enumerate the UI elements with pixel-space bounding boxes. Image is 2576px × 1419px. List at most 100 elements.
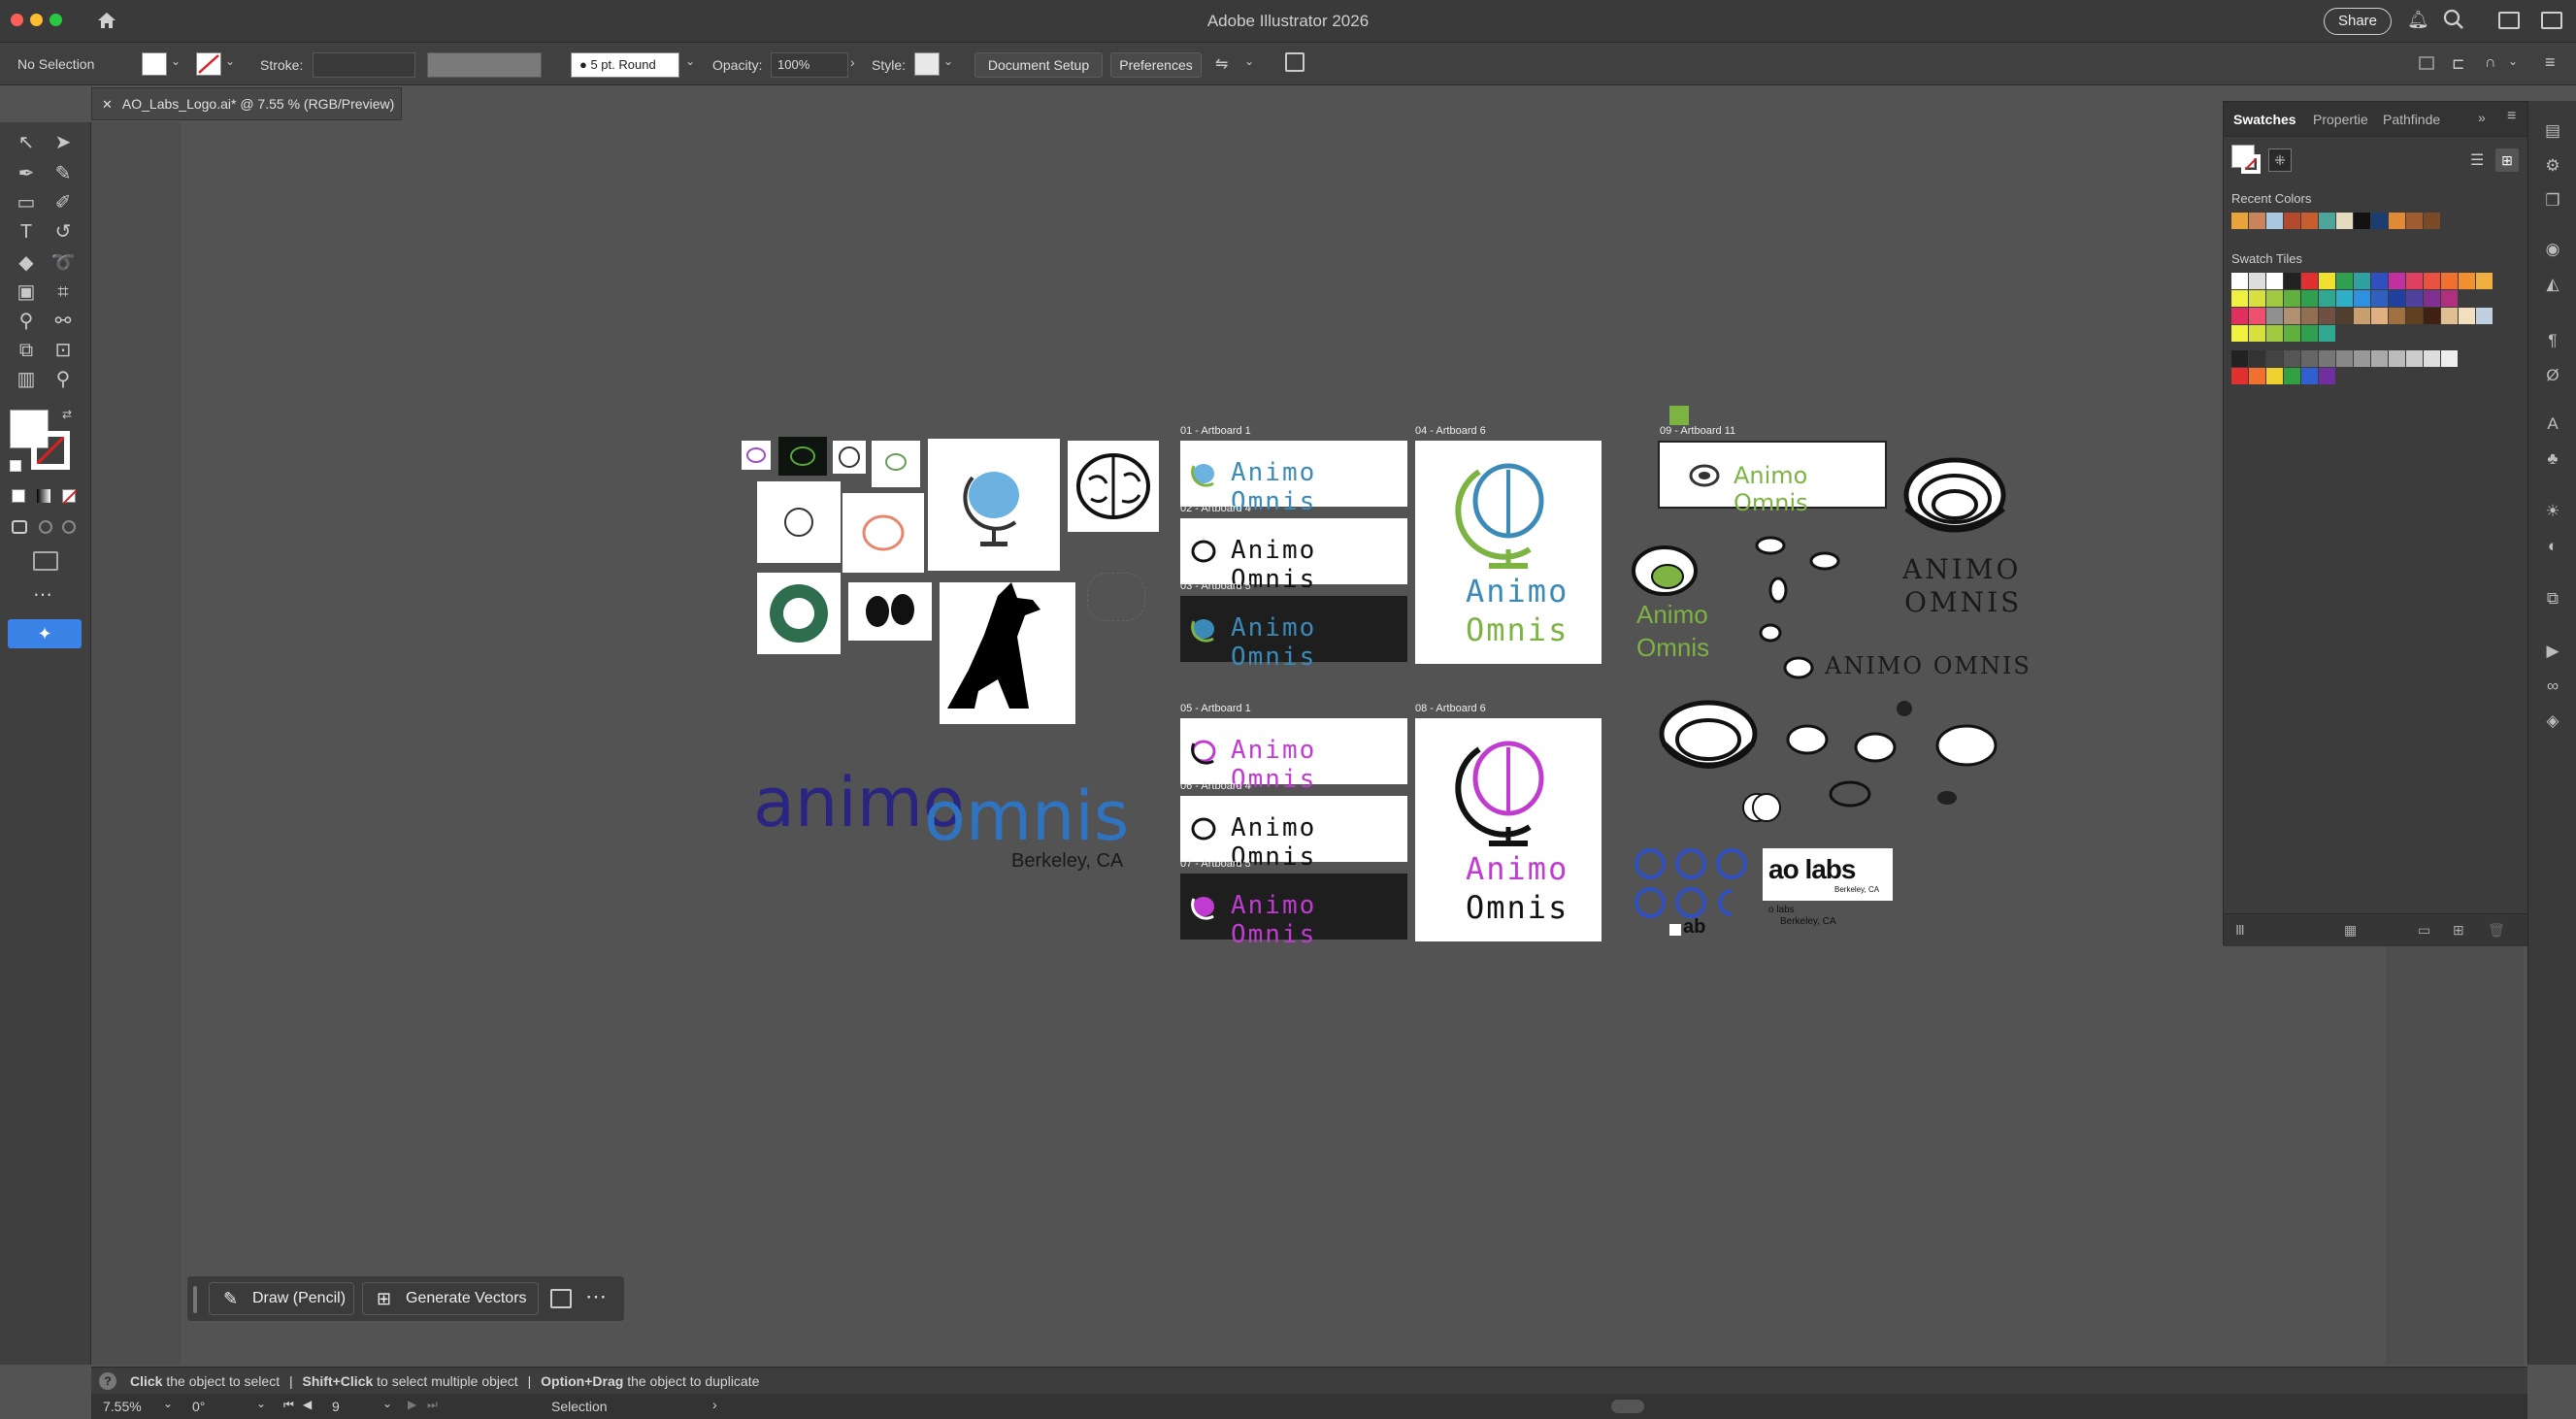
collapse-panel-icon[interactable]: »	[2478, 110, 2486, 125]
color-swatch[interactable]	[2266, 273, 2283, 289]
artboard-tool-icon[interactable]: ⊡	[50, 338, 76, 363]
dog-silhouette-image[interactable]	[940, 582, 1075, 724]
artboard-number[interactable]: 9	[332, 1399, 340, 1414]
next-artboard-icon[interactable]: ▶	[408, 1398, 416, 1411]
color-swatch[interactable]	[2336, 308, 2353, 324]
reference-image[interactable]	[872, 441, 920, 487]
chevron-down-icon[interactable]: ⌄	[382, 1397, 392, 1410]
export-icon[interactable]	[1285, 52, 1305, 72]
more-options-icon[interactable]: ⋯	[585, 1284, 607, 1309]
chevron-down-icon[interactable]: ⌄	[1244, 54, 1254, 68]
color-swatch[interactable]	[2231, 325, 2248, 342]
help-icon[interactable]: ?	[99, 1372, 116, 1390]
pen-tool-icon[interactable]: ✒	[14, 161, 39, 186]
color-swatch[interactable]	[2284, 290, 2300, 307]
panel-toggle-icon[interactable]	[2541, 12, 2562, 29]
artboard-label[interactable]: 08 - Artboard 6	[1415, 703, 1486, 714]
large-shell-art[interactable]	[1897, 450, 2013, 547]
logo-animo-caps[interactable]: ANIMO	[1902, 553, 2021, 585]
swatch-options-icon[interactable]: ⁜	[2268, 148, 2292, 172]
color-swatch[interactable]	[2319, 273, 2335, 289]
aolabs-logo[interactable]: ao labs Berkeley, CA	[1763, 848, 1893, 901]
ab-mark[interactable]: ab	[1683, 916, 1705, 939]
shape-builder-tool-icon[interactable]: ⧉	[14, 338, 39, 363]
color-mode-icon[interactable]	[12, 489, 25, 503]
fill-swatch[interactable]	[142, 52, 167, 76]
new-swatch-icon[interactable]: ⊞	[2453, 922, 2464, 939]
color-swatch[interactable]	[2336, 273, 2353, 289]
pink-brain-image[interactable]	[842, 493, 924, 573]
color-swatch[interactable]	[2301, 290, 2318, 307]
show-kinds-icon[interactable]: ▦	[2344, 922, 2357, 939]
color-icon[interactable]: ◉	[2542, 239, 2563, 260]
artboard-label[interactable]: 09 - Artboard 11	[1660, 425, 1735, 437]
aolabs-small-text[interactable]: o labs	[1768, 905, 1795, 915]
color-swatch[interactable]	[2476, 308, 2493, 324]
artboard-02[interactable]: Animo Omnis	[1180, 518, 1407, 594]
magnet-icon[interactable]: ∩	[2485, 54, 2496, 72]
chevron-down-icon[interactable]: ⌄	[225, 54, 235, 68]
color-swatch[interactable]	[2389, 273, 2405, 289]
color-swatch[interactable]	[2424, 273, 2440, 289]
document-setup-button[interactable]: Document Setup	[974, 52, 1103, 78]
lasso-tool-icon[interactable]: ➰	[50, 250, 76, 276]
artboard-03[interactable]: Animo Omnis	[1180, 596, 1407, 672]
color-swatch[interactable]	[2371, 308, 2388, 324]
layers-copy-icon[interactable]: ❐	[2542, 190, 2563, 212]
last-artboard-icon[interactable]: ⏭	[427, 1398, 438, 1412]
none-mode-icon[interactable]	[62, 489, 77, 504]
small-white-square[interactable]	[1669, 924, 1681, 936]
generative-tool-icon[interactable]: ✦	[8, 619, 82, 648]
color-swatch[interactable]	[2389, 213, 2405, 229]
color-swatch[interactable]	[2231, 290, 2248, 307]
type-tool-icon[interactable]: T	[14, 219, 39, 245]
color-swatch[interactable]	[2249, 213, 2265, 229]
color-swatch[interactable]	[2284, 273, 2300, 289]
direct-selection-tool-icon[interactable]: ➤	[50, 130, 76, 155]
color-swatch[interactable]	[2231, 350, 2248, 367]
symbols-icon[interactable]: ♣	[2542, 448, 2563, 470]
rectangle-tool-icon[interactable]: ▭	[14, 190, 39, 215]
zoom-level[interactable]: 7.55%	[103, 1399, 142, 1414]
color-swatch[interactable]	[2371, 273, 2388, 289]
arrange-icon[interactable]: ⇋	[1215, 54, 1228, 74]
color-swatch[interactable]	[2301, 368, 2318, 384]
glyphs-icon[interactable]: Ø	[2542, 365, 2563, 386]
opacity-input[interactable]: 100%	[771, 52, 848, 78]
artboard-label[interactable]: 07 - Artboard 5	[1180, 858, 1251, 870]
color-swatch[interactable]	[2249, 350, 2265, 367]
color-swatch[interactable]	[2371, 290, 2388, 307]
variable-width-profile[interactable]	[427, 52, 542, 78]
green-badge-image[interactable]	[757, 573, 841, 654]
color-swatch[interactable]	[2371, 213, 2388, 229]
artboard-label[interactable]: 05 - Artboard 1	[1180, 703, 1251, 714]
logo-omnis-caps[interactable]: OMNIS	[1904, 586, 2022, 618]
search-icon[interactable]	[2442, 8, 2465, 31]
color-swatch[interactable]	[2301, 350, 2318, 367]
color-swatch[interactable]	[2249, 325, 2265, 342]
color-swatch[interactable]	[2231, 308, 2248, 324]
wordmark-omnis[interactable]: omnis	[924, 776, 1129, 856]
character-icon[interactable]: A	[2542, 413, 2563, 435]
bell-icon[interactable]: 🔔︎	[2407, 10, 2429, 31]
color-swatch[interactable]	[2231, 368, 2248, 384]
color-swatch[interactable]	[2441, 350, 2458, 367]
gradient-tool-icon[interactable]: ▣	[14, 280, 39, 305]
shell-green-art[interactable]	[1631, 544, 1699, 602]
screen-mode-icon[interactable]	[33, 551, 58, 571]
artboard-label[interactable]: 04 - Artboard 6	[1415, 425, 1486, 437]
logo-animo-green[interactable]: Animo	[1636, 600, 1708, 630]
first-artboard-icon[interactable]: ⏮	[283, 1398, 294, 1412]
distribute-icon[interactable]: ⊏	[2452, 54, 2464, 74]
color-swatch[interactable]	[2424, 213, 2440, 229]
logo-animo-omnis-caps[interactable]: ANIMO OMNIS	[1825, 652, 2031, 679]
color-swatch[interactable]	[2424, 290, 2440, 307]
brightness-icon[interactable]: ☀	[2542, 501, 2563, 522]
reference-image[interactable]	[778, 437, 827, 476]
chevron-down-icon[interactable]: ⌄	[943, 54, 953, 68]
generate-vectors-button[interactable]: ⊞ Generate Vectors	[362, 1282, 539, 1315]
color-swatch[interactable]	[2301, 308, 2318, 324]
artboard-09[interactable]: Animo Omnis	[1658, 441, 1887, 516]
color-swatch[interactable]	[2266, 308, 2283, 324]
color-swatch[interactable]	[2249, 273, 2265, 289]
